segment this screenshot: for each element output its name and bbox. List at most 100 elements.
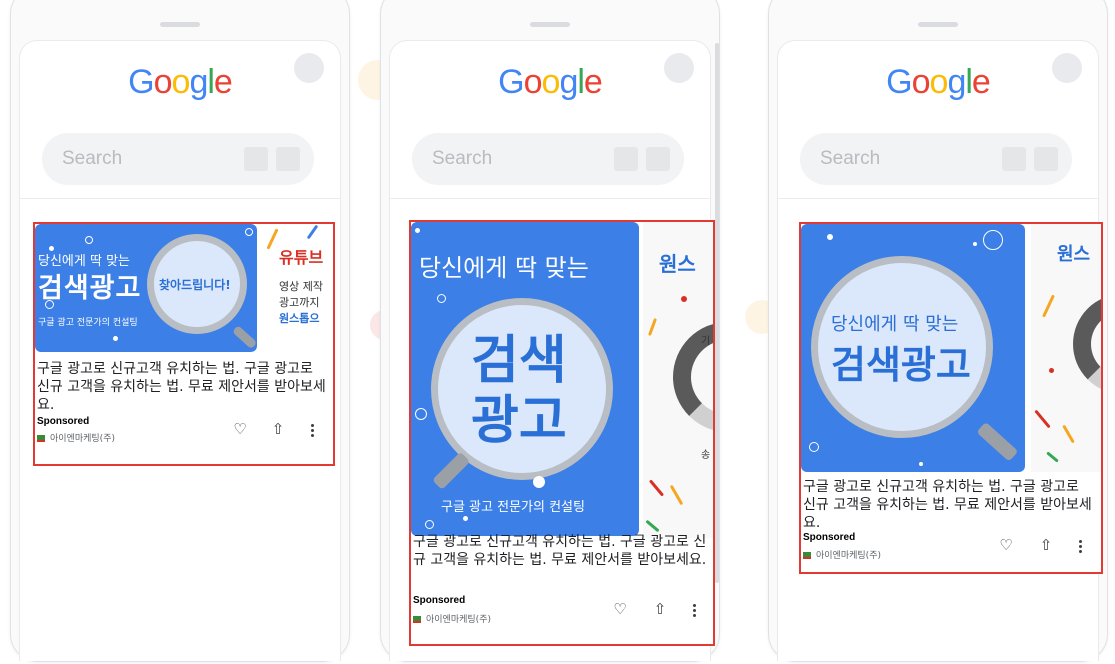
search-icon-placeholder[interactable] [244, 147, 268, 171]
logo-letter: G [128, 63, 154, 101]
phone-mockup-1: Google Search 당신에게 딱 맞는 검색광고 구글 광고 전문가의 … [10, 0, 350, 662]
ad-description[interactable]: 구글 광고로 신규고객 유치하는 법. 구글 광고로 신규 고객을 유치하는 법… [803, 478, 1095, 532]
decor-streak [306, 224, 319, 240]
divider [778, 198, 1098, 199]
decor-streak [1046, 451, 1059, 463]
mic-icon-placeholder[interactable] [1034, 147, 1058, 171]
magnifier-handle [432, 451, 471, 490]
logo-letter: o [153, 63, 173, 101]
ad-creative-card-2[interactable]: 원스 기 송 [643, 222, 713, 538]
decor-dot [973, 242, 977, 246]
logo-letter: g [189, 63, 208, 101]
sponsored-label: Sponsored [803, 532, 856, 543]
advertiser-text: 아이엔마케팅(주) [816, 551, 881, 561]
more-icon[interactable] [1079, 540, 1083, 555]
decor-dot [415, 228, 420, 233]
search-input[interactable]: Search [800, 133, 1072, 185]
comparison-stage: Google Search 당신에게 딱 맞는 검색광고 구글 광고 전문가의 … [0, 0, 1115, 664]
phone-notch [530, 22, 570, 27]
decor-circle [415, 408, 427, 420]
phone-mockup-3: Google Search 당신에게 딱 맞는 검색광고 원스 구글 광고로 신… [768, 0, 1108, 662]
magnifier-handle [976, 421, 1019, 462]
creative2-partial: 송 [701, 450, 711, 461]
creative-badge: 찾아드립니다! [159, 278, 231, 292]
creative2-title: 유튜브 [279, 248, 324, 267]
decor-streak [645, 519, 660, 533]
ad-creative-card[interactable]: 당신에게 딱 맞는 검색 광고 구글 광고 전문가의 컨설팅 [411, 222, 639, 536]
decor-dot [113, 336, 118, 341]
advertiser-text: 아이엔마케팅(주) [426, 615, 491, 625]
ad-creative-card-2[interactable]: 원스 [1031, 224, 1101, 472]
decor-dot [1049, 368, 1054, 373]
ad-unit-3[interactable]: 당신에게 딱 맞는 검색광고 원스 구글 광고로 신규고객 유치하는 법. 구글… [799, 222, 1103, 574]
decor-dot [533, 476, 545, 488]
search-icon-placeholder[interactable] [614, 147, 638, 171]
ad-creative-card-2[interactable]: 유튜브 영상 제작 광고까지 원스톱으 [259, 224, 333, 352]
google-logo: Google [20, 63, 340, 102]
advertiser-logo [803, 552, 811, 559]
ad-carousel[interactable]: 당신에게 딱 맞는 검색광고 원스 [801, 224, 1101, 474]
search-icon-placeholder[interactable] [1002, 147, 1026, 171]
google-logo: Google [390, 63, 710, 102]
logo-letter: e [213, 63, 233, 101]
more-icon[interactable] [693, 604, 697, 619]
decor-streak [1034, 409, 1051, 429]
decor-streak [1042, 294, 1055, 318]
creative-headline-big: 검색광고 [38, 273, 142, 304]
ad-creative-card[interactable]: 당신에게 딱 맞는 검색광고 [801, 224, 1025, 472]
advertiser-text: 아이엔마케팅(주) [50, 434, 115, 444]
divider [20, 198, 340, 199]
ad-unit-1[interactable]: 당신에게 딱 맞는 검색광고 구글 광고 전문가의 컨설팅 찾아드립니다! 유튜… [33, 222, 335, 466]
logo-letter: o [911, 63, 931, 101]
more-icon[interactable] [311, 424, 315, 439]
heart-icon[interactable]: ♡ [611, 600, 629, 618]
logo-letter: g [559, 63, 578, 101]
creative-headline-big-2: 광고 [471, 391, 567, 451]
advertiser-name: 아이엔마케팅(주) [413, 612, 491, 625]
creative2-line: 영상 제작 [279, 280, 323, 293]
search-placeholder: Search [62, 148, 123, 169]
phone-notch [918, 22, 958, 27]
decor-circle [809, 442, 819, 452]
advertiser-name: 아이엔마케팅(주) [803, 548, 881, 561]
search-placeholder: Search [432, 148, 493, 169]
decor-dot [919, 462, 923, 466]
creative-caption: 구글 광고 전문가의 컨설팅 [441, 500, 585, 515]
ad-carousel[interactable]: 당신에게 딱 맞는 검색광고 구글 광고 전문가의 컨설팅 찾아드립니다! 유튜… [35, 224, 333, 356]
decor-circle [85, 236, 93, 244]
sponsored-label: Sponsored [37, 416, 90, 427]
logo-letter: o [541, 63, 561, 101]
ad-unit-2[interactable]: 당신에게 딱 맞는 검색 광고 구글 광고 전문가의 컨설팅 원스 기 송 구글… [409, 220, 715, 646]
advertiser-logo [413, 616, 421, 623]
creative-headline-small: 당신에게 딱 맞는 [419, 254, 589, 282]
decor-circle [437, 294, 446, 303]
heart-icon[interactable]: ♡ [231, 420, 249, 438]
ad-description[interactable]: 구글 광고로 신규고객 유치하는 법. 구글 광고로 신규 고객을 유치하는 법… [413, 533, 707, 569]
divider [390, 198, 710, 199]
share-icon[interactable]: ⇧ [269, 420, 287, 438]
decor-dot [463, 516, 468, 521]
creative-headline-small: 당신에게 딱 맞는 [831, 314, 959, 335]
logo-letter: o [171, 63, 191, 101]
ad-creative-card[interactable]: 당신에게 딱 맞는 검색광고 구글 광고 전문가의 컨설팅 찾아드립니다! [35, 224, 257, 352]
magnifier-handle [231, 325, 257, 350]
share-icon[interactable]: ⇧ [1037, 536, 1055, 554]
heart-icon[interactable]: ♡ [997, 536, 1015, 554]
decor-circle [245, 228, 253, 236]
advertiser-name: 아이엔마케팅(주) [37, 431, 115, 444]
decor-streak [648, 479, 665, 497]
decor-circle [425, 520, 434, 529]
decor-circle [45, 300, 54, 309]
decor-streak [648, 318, 657, 336]
mic-icon-placeholder[interactable] [276, 147, 300, 171]
ad-description[interactable]: 구글 광고로 신규고객 유치하는 법. 구글 광고로 신규 고객을 유치하는 법… [37, 360, 327, 414]
search-input[interactable]: Search [42, 133, 314, 185]
search-input[interactable]: Search [412, 133, 684, 185]
creative-headline-big: 검색광고 [831, 343, 971, 387]
ad-carousel[interactable]: 당신에게 딱 맞는 검색 광고 구글 광고 전문가의 컨설팅 원스 기 송 [411, 222, 713, 538]
mic-icon-placeholder[interactable] [646, 147, 670, 171]
search-placeholder: Search [820, 148, 881, 169]
share-icon[interactable]: ⇧ [651, 600, 669, 618]
scrollbar[interactable] [715, 43, 719, 583]
creative-caption: 구글 광고 전문가의 컨설팅 [38, 318, 138, 328]
